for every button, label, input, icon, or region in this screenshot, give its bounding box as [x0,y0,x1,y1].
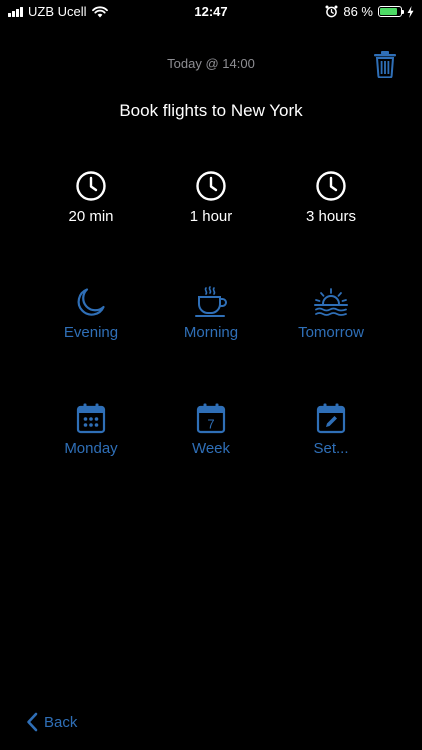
snooze-20-min-button[interactable]: 20 min [31,170,151,225]
task-title: Book flights to New York [119,101,303,120]
clock-icon [316,171,346,201]
option-label: 3 hours [305,208,357,225]
delete-button[interactable] [372,50,398,79]
option-label: Evening [63,324,119,341]
snooze-morning-button[interactable]: Morning [151,286,271,341]
status-bar-right: 86 % [320,4,414,19]
option-label: Set... [313,440,349,457]
option-label: 20 min [68,208,114,225]
calendar-day-number: 7 [207,417,214,432]
coffee-cup-icon [195,286,227,317]
calendar-icon [76,403,106,434]
back-label: Back [44,713,78,731]
snooze-tomorrow-button[interactable]: Tomorrow [271,286,391,341]
chevron-left-icon [27,712,38,732]
option-label: Week [191,440,231,457]
snooze-1-hour-button[interactable]: 1 hour [151,170,271,225]
option-label: Monday [64,440,118,457]
charging-bolt-icon [407,5,414,18]
battery-icon [378,6,404,17]
trash-icon [374,51,396,79]
option-label: 1 hour [189,208,233,225]
snooze-week-button[interactable]: 7 Week [151,402,271,457]
moon-icon [77,288,105,316]
battery-percent: 86 % [343,4,373,19]
option-label: Morning [183,324,239,341]
sunrise-icon [314,288,348,316]
snooze-monday-button[interactable]: Monday [31,402,151,457]
alarm-clock-icon [325,5,338,18]
reminder-date: Today @ 14:00 [167,56,255,71]
back-button[interactable]: Back [26,712,77,732]
calendar-edit-icon [316,403,346,434]
calendar-week-icon: 7 [196,403,226,434]
status-bar: UZB Ucell 12:47 86 % [0,0,422,22]
option-label: Tomorrow [298,324,364,341]
clock-icon [196,171,226,201]
snooze-evening-button[interactable]: Evening [31,286,151,341]
battery-level-fill [380,8,398,15]
clock-icon [76,171,106,201]
snooze-set-custom-button[interactable]: Set... [271,402,391,457]
snooze-3-hours-button[interactable]: 3 hours [271,170,391,225]
